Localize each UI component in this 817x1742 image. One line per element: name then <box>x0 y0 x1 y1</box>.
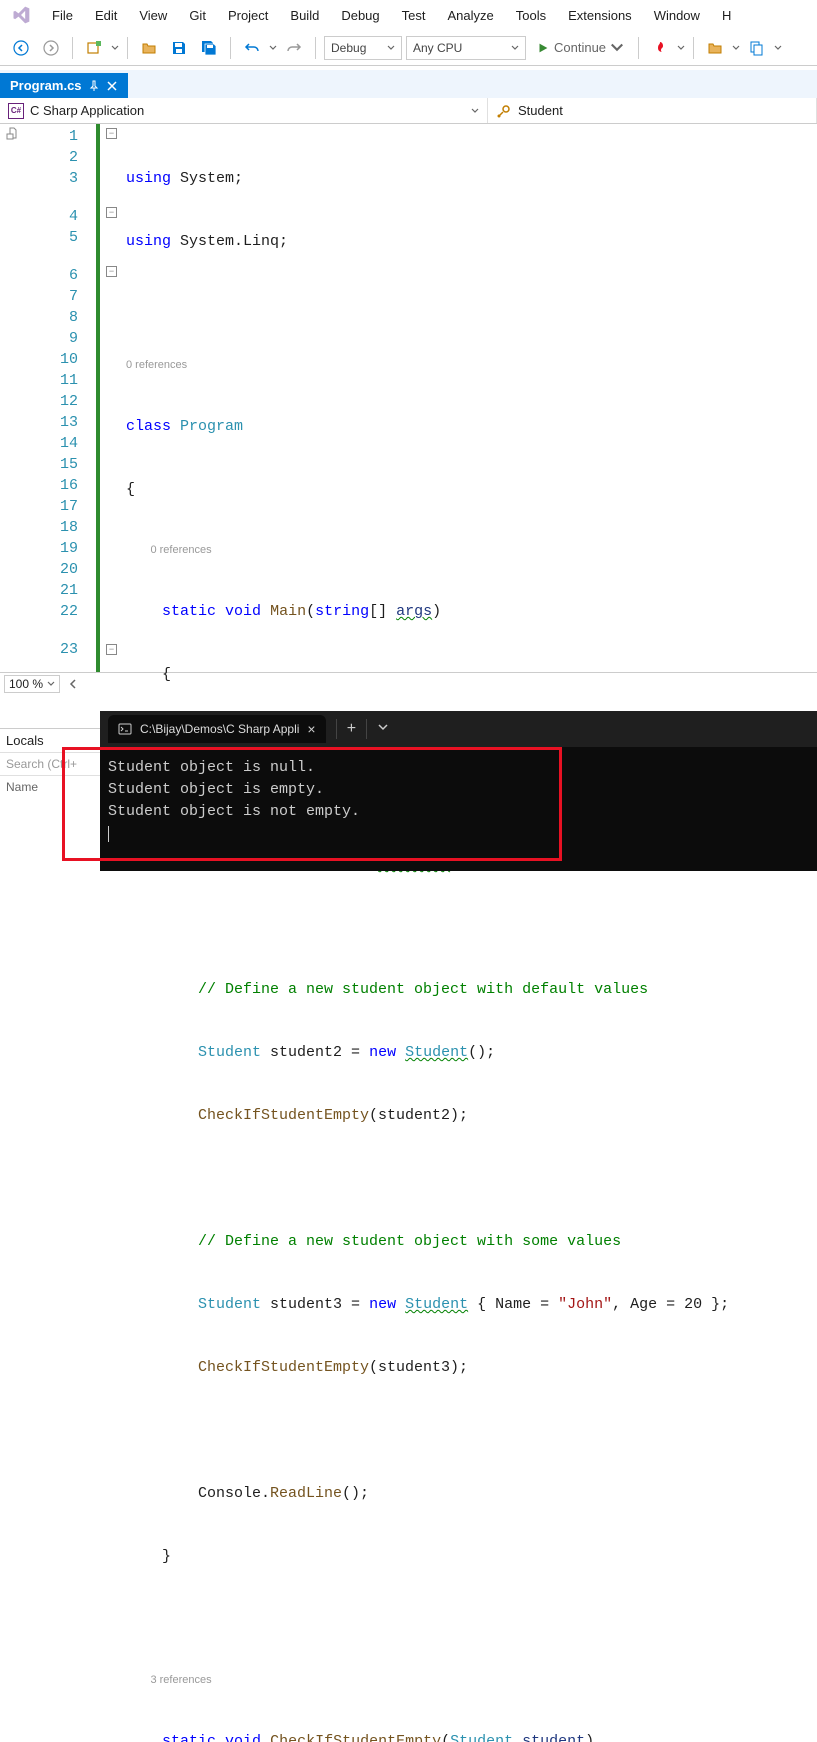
terminal-cursor <box>108 826 109 842</box>
zoom-dropdown[interactable]: 100 % <box>4 675 60 693</box>
nav-back-button[interactable] <box>8 35 34 61</box>
separator <box>638 37 639 59</box>
continue-label: Continue <box>554 40 606 55</box>
zoom-label: 100 % <box>9 677 43 691</box>
redo-button[interactable] <box>281 35 307 61</box>
chevron-down-icon[interactable] <box>774 44 782 52</box>
menu-file[interactable]: File <box>42 4 83 27</box>
fold-toggle[interactable]: − <box>106 207 117 218</box>
menu-build[interactable]: Build <box>280 4 329 27</box>
tab-title: Program.cs <box>10 78 82 93</box>
terminal-line: Student object is null. <box>108 757 809 779</box>
menu-help[interactable]: H <box>712 4 741 27</box>
fold-toggle[interactable]: − <box>106 266 117 277</box>
menu-analyze[interactable]: Analyze <box>437 4 503 27</box>
terminal-output[interactable]: Student object is null. Student object i… <box>100 747 817 855</box>
undo-button[interactable] <box>239 35 265 61</box>
save-button[interactable] <box>166 35 192 61</box>
fold-margin: − − − − <box>96 124 126 672</box>
toolbar: Debug Any CPU Continue <box>0 30 817 66</box>
line-number-gutter: 1 2 3 4 5 6 7 8 9 10 11 12 13 14 15 16 1… <box>26 124 96 672</box>
terminal-tab-title: C:\Bijay\Demos\C Sharp Appli <box>140 722 299 736</box>
chevron-down-icon[interactable] <box>732 44 740 52</box>
continue-button[interactable]: Continue <box>530 35 630 61</box>
terminal-titlebar: C:\Bijay\Demos\C Sharp Appli × + <box>100 711 817 747</box>
navigation-bar: C# C Sharp Application Student <box>0 98 817 124</box>
menu-debug[interactable]: Debug <box>331 4 389 27</box>
scroll-left-button[interactable] <box>64 676 82 692</box>
terminal-icon <box>118 722 132 736</box>
fold-toggle[interactable]: − <box>106 128 117 139</box>
separator <box>127 37 128 59</box>
menu-project[interactable]: Project <box>218 4 278 27</box>
menu-window[interactable]: Window <box>644 4 710 27</box>
save-all-button[interactable] <box>196 35 222 61</box>
document-tab[interactable]: Program.cs <box>0 73 128 98</box>
menu-view[interactable]: View <box>129 4 177 27</box>
play-icon <box>536 41 550 55</box>
close-icon[interactable]: × <box>307 721 315 737</box>
scope-dropdown-project[interactable]: C# C Sharp Application <box>0 98 488 123</box>
terminal-line: Student object is not empty. <box>108 801 809 823</box>
menu-bar: File Edit View Git Project Build Debug T… <box>0 0 817 30</box>
separator <box>72 37 73 59</box>
open-file-button[interactable] <box>136 35 162 61</box>
platform-dropdown[interactable]: Any CPU <box>406 36 526 60</box>
separator <box>693 37 694 59</box>
menu-git[interactable]: Git <box>179 4 216 27</box>
menu-extensions[interactable]: Extensions <box>558 4 642 27</box>
hot-reload-button[interactable] <box>647 35 673 61</box>
codelens[interactable]: 0 references <box>126 542 817 559</box>
menu-tools[interactable]: Tools <box>506 4 556 27</box>
scope-project-label: C Sharp Application <box>30 103 144 118</box>
find-in-files-button[interactable] <box>744 35 770 61</box>
csharp-icon: C# <box>8 103 24 119</box>
code-surface[interactable]: using System; using System.Linq; 0 refer… <box>126 124 817 672</box>
chevron-down-icon[interactable] <box>269 44 277 52</box>
scope-type-label: Student <box>518 103 563 118</box>
browse-button[interactable] <box>702 35 728 61</box>
tab-dropdown-button[interactable] <box>377 720 389 738</box>
codelens[interactable]: 3 references <box>126 1672 817 1689</box>
nav-fwd-button[interactable] <box>38 35 64 61</box>
solution-config-dropdown[interactable]: Debug <box>324 36 402 60</box>
document-tab-bar: Program.cs <box>0 70 817 98</box>
terminal-actions: + <box>336 719 390 739</box>
scope-dropdown-type[interactable]: Student <box>488 98 817 123</box>
menu-edit[interactable]: Edit <box>85 4 127 27</box>
menu-test[interactable]: Test <box>392 4 436 27</box>
terminal-line: Student object is empty. <box>108 779 809 801</box>
class-icon <box>496 103 512 119</box>
vs-logo-icon <box>10 4 32 26</box>
pin-icon[interactable] <box>88 80 100 92</box>
terminal-tab[interactable]: C:\Bijay\Demos\C Sharp Appli × <box>108 715 326 743</box>
chevron-down-icon[interactable] <box>111 44 119 52</box>
outline-margin <box>0 124 26 672</box>
codelens[interactable]: 0 references <box>126 357 817 374</box>
fold-toggle[interactable]: − <box>106 644 117 655</box>
code-editor[interactable]: 1 2 3 4 5 6 7 8 9 10 11 12 13 14 15 16 1… <box>0 124 817 672</box>
new-tab-button[interactable]: + <box>347 720 357 738</box>
solution-config-label: Debug <box>331 41 366 55</box>
platform-label: Any CPU <box>413 41 462 55</box>
terminal-window: C:\Bijay\Demos\C Sharp Appli × + Student… <box>100 711 817 871</box>
separator <box>315 37 316 59</box>
separator <box>230 37 231 59</box>
close-icon[interactable] <box>106 80 118 92</box>
new-project-button[interactable] <box>81 35 107 61</box>
chevron-down-icon[interactable] <box>677 44 685 52</box>
